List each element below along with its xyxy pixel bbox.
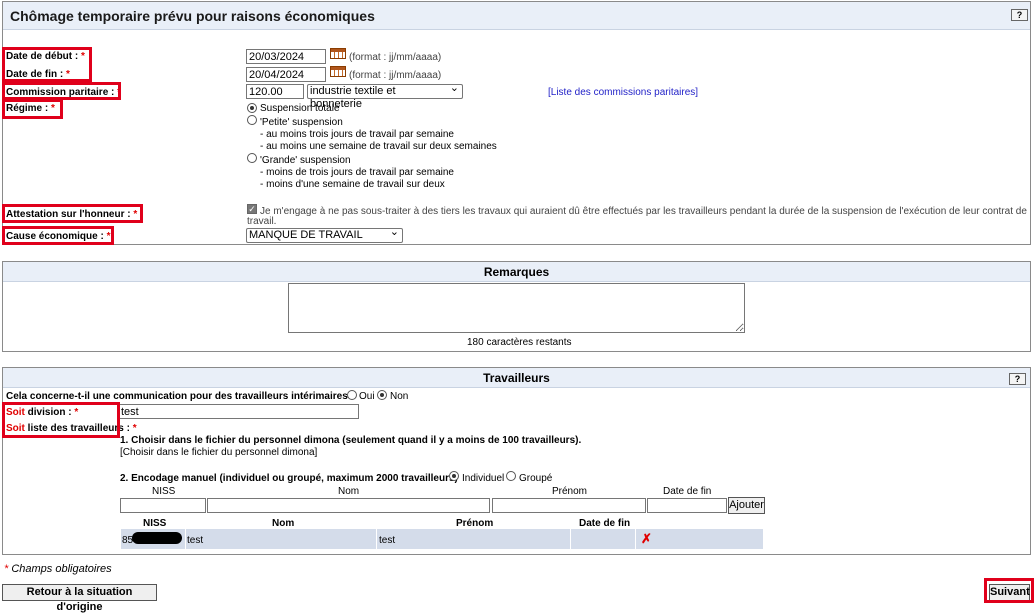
calendar-icon[interactable] [330, 66, 346, 77]
commission-list-link[interactable]: [Liste des commissions paritaires] [548, 87, 698, 98]
remarques-header: Remarques [3, 262, 1030, 282]
date-debut-format: (format : jj/mm/aaaa) [349, 52, 442, 63]
regime-totale-label: Suspension totale [260, 103, 340, 114]
table-header-date-fin: Date de fin [579, 518, 631, 529]
row-prenom: test [379, 535, 396, 546]
interim-non-label: Non [390, 391, 409, 402]
table-header-niss: NISS [143, 518, 167, 529]
annotation-box [2, 82, 121, 100]
commission-code-input[interactable] [246, 84, 304, 99]
date-debut-input[interactable] [246, 49, 326, 64]
regime-totale-radio[interactable] [247, 103, 257, 113]
attestation-checkbox[interactable]: ✓ [247, 204, 257, 214]
retour-button[interactable]: Retour à la situation d'origine [2, 584, 157, 613]
redacted-block [132, 532, 182, 544]
page-title: Chômage temporaire prévu pour raisons éc… [10, 8, 375, 24]
groupe-radio[interactable] [506, 471, 516, 481]
ajouter-button[interactable]: Ajouter [728, 497, 765, 514]
remarques-title: Remarques [483, 265, 550, 279]
prenom-input[interactable] [492, 498, 646, 513]
regime-petite-label: 'Petite' suspension [260, 117, 343, 128]
regime-petite-detail-2: - au moins une semaine de travail sur de… [260, 141, 497, 152]
annotation-box [2, 226, 114, 245]
interim-oui-radio[interactable] [347, 390, 357, 400]
row-nom: test [187, 535, 204, 546]
date-fin-input[interactable] [246, 67, 326, 82]
annotation-box [2, 47, 92, 82]
input-header-date-fin: Date de fin [663, 486, 712, 497]
cause-select[interactable]: MANQUE DE TRAVAIL [246, 226, 403, 243]
travailleurs-title: Travailleurs [483, 371, 550, 385]
travailleurs-header: Travailleurs ? [3, 368, 1030, 388]
interim-non-radio[interactable] [377, 390, 387, 400]
regime-petite-detail-1: - au moins trois jours de travail par se… [260, 129, 454, 140]
form-header: Chômage temporaire prévu pour raisons éc… [3, 2, 1030, 30]
individuel-radio[interactable] [449, 471, 459, 481]
help-icon[interactable]: ? [1011, 9, 1028, 21]
regime-grande-detail-1: - moins de trois jours de travail par se… [260, 167, 454, 178]
table-header-prenom: Prénom [456, 518, 494, 529]
interim-oui-label: Oui [359, 391, 375, 402]
step1-link[interactable]: [Choisir dans le fichier du personnel di… [120, 447, 317, 458]
input-header-niss: NISS [152, 486, 176, 497]
date-fin-format: (format : jj/mm/aaaa) [349, 70, 442, 81]
remarques-textarea[interactable] [288, 283, 745, 333]
annotation-box [2, 204, 143, 223]
step1-text: 1. Choisir dans le fichier du personnel … [120, 435, 582, 446]
regime-grande-label: 'Grande' suspension [260, 155, 351, 166]
input-header-nom: Nom [338, 486, 360, 497]
date-fin-worker-input[interactable] [647, 498, 727, 513]
commission-select[interactable]: industrie textile et bonneterie [307, 82, 463, 110]
attestation-text-1: Je m'engage à ne pas sous-traiter à des … [260, 206, 1027, 217]
individuel-label: Individuel [462, 473, 505, 484]
delete-icon[interactable]: ✗ [641, 531, 652, 547]
calendar-icon[interactable] [330, 48, 346, 59]
annotation-box [2, 99, 63, 119]
nom-input[interactable] [207, 498, 490, 513]
division-input[interactable] [118, 404, 359, 419]
step2-text: 2. Encodage manuel (individuel ou groupé… [120, 473, 458, 484]
annotation-box [2, 402, 120, 438]
niss-input[interactable] [120, 498, 206, 513]
attestation-text-2: travail. [247, 216, 277, 227]
regime-grande-radio[interactable] [247, 153, 257, 163]
table-header-nom: Nom [272, 518, 295, 529]
regime-petite-radio[interactable] [247, 115, 257, 125]
groupe-label: Groupé [519, 473, 553, 484]
help-icon[interactable]: ? [1009, 373, 1026, 385]
interim-question: Cela concerne-t-il une communication pou… [6, 391, 357, 402]
input-header-prenom: Prénom [552, 486, 588, 497]
annotation-box [984, 578, 1034, 603]
remarques-remaining: 180 caractères restants [467, 337, 572, 348]
regime-grande-detail-2: - moins d'une semaine de travail sur deu… [260, 179, 445, 190]
mandatory-note: * Champs obligatoires [4, 563, 112, 575]
